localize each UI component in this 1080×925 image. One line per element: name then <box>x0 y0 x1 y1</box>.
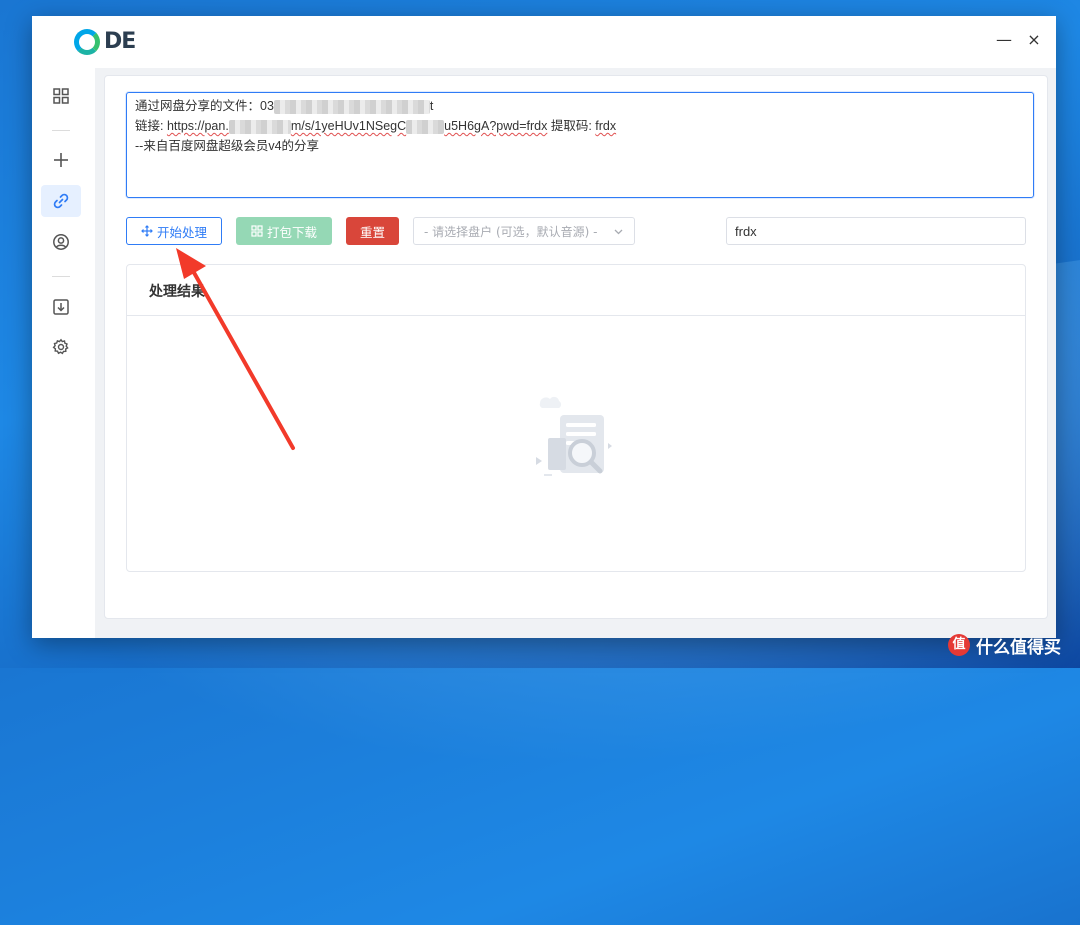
share-line-1: 通过网盘分享的文件：03 t <box>135 96 1025 116</box>
logo-ring-icon <box>74 29 100 55</box>
app-window: DE — × 通过网盘分享的文件：03 t 链接: https://pan. m… <box>32 16 1056 638</box>
redacted-block <box>273 99 430 114</box>
result-card: 处理结果 <box>126 264 1026 572</box>
watermark-text: 什么值得买 <box>976 637 1061 658</box>
pack-download-button[interactable]: 打包下载 <box>236 217 332 245</box>
sidebar-item-dashboard[interactable] <box>41 80 81 112</box>
code-value: frdx <box>595 119 617 133</box>
grid-icon <box>53 88 69 104</box>
sidebar-item-add[interactable] <box>41 144 81 176</box>
plus-icon <box>54 153 68 167</box>
share-line-2: 链接: https://pan. m/s/1yeHUv1NSegC u5H6gA?p… <box>135 116 1025 136</box>
link-label: 链接: <box>135 119 167 133</box>
logo-text: DE <box>104 29 136 54</box>
sidebar-divider <box>52 130 70 131</box>
title-bar: DE — × <box>32 16 1056 68</box>
watermark: 值 什么值得买 <box>948 630 1074 660</box>
url-start: https://pan. <box>166 119 229 133</box>
action-toolbar: 开始处理 打包下载 重置 - 请选择盘户 (可选，默认音源) - frdx <box>126 217 1026 247</box>
start-processing-button[interactable]: 开始处理 <box>126 217 222 245</box>
share-line-3: --来自百度网盘超级会员v4的分享 <box>135 139 320 153</box>
download-box-icon <box>53 299 69 315</box>
gear-icon <box>52 338 69 355</box>
share-file-prefix: 通过网盘分享的文件：03 <box>135 99 274 113</box>
close-button[interactable]: × <box>1024 30 1044 50</box>
share-text-input[interactable]: 通过网盘分享的文件：03 t 链接: https://pan. m/s/1yeHUv… <box>126 92 1034 198</box>
sidebar-divider <box>52 276 70 277</box>
start-processing-label: 开始处理 <box>156 224 207 240</box>
result-header: 处理结果 <box>127 265 1025 316</box>
redacted-block <box>228 119 291 134</box>
empty-state-search-icon <box>536 396 612 476</box>
user-circle-icon <box>53 234 69 250</box>
package-icon <box>251 225 263 237</box>
minimize-button[interactable]: — <box>994 30 1014 50</box>
redacted-block <box>406 119 445 134</box>
extract-code-input[interactable]: frdx <box>726 217 1026 245</box>
sidebar-item-settings[interactable] <box>41 331 81 363</box>
drive-account-select[interactable]: - 请选择盘户 (可选，默认音源) - <box>413 217 635 245</box>
code-label: 提取码: <box>547 119 596 133</box>
app-logo: DE <box>74 28 136 56</box>
url-mid: m/s/1yeHUv1NSegC <box>290 119 407 133</box>
share-file-suffix: t <box>429 99 434 113</box>
move-arrows-icon <box>141 225 153 237</box>
sidebar-item-downloads[interactable] <box>41 291 81 323</box>
chevron-down-icon <box>613 226 624 240</box>
pack-download-label: 打包下载 <box>266 224 317 240</box>
sidebar <box>32 68 95 638</box>
reset-button[interactable]: 重置 <box>346 217 399 245</box>
main-panel: 通过网盘分享的文件：03 t 链接: https://pan. m/s/1yeHUv… <box>104 75 1048 619</box>
sidebar-item-account[interactable] <box>41 226 81 258</box>
sidebar-item-link[interactable] <box>41 185 81 217</box>
link-icon <box>53 193 69 209</box>
drive-select-placeholder: - 请选择盘户 (可选，默认音源) - <box>424 224 598 239</box>
watermark-badge: 值 <box>948 634 970 656</box>
url-end: u5H6gA?pwd=frdx <box>444 119 548 133</box>
result-title: 处理结果 <box>149 284 205 300</box>
